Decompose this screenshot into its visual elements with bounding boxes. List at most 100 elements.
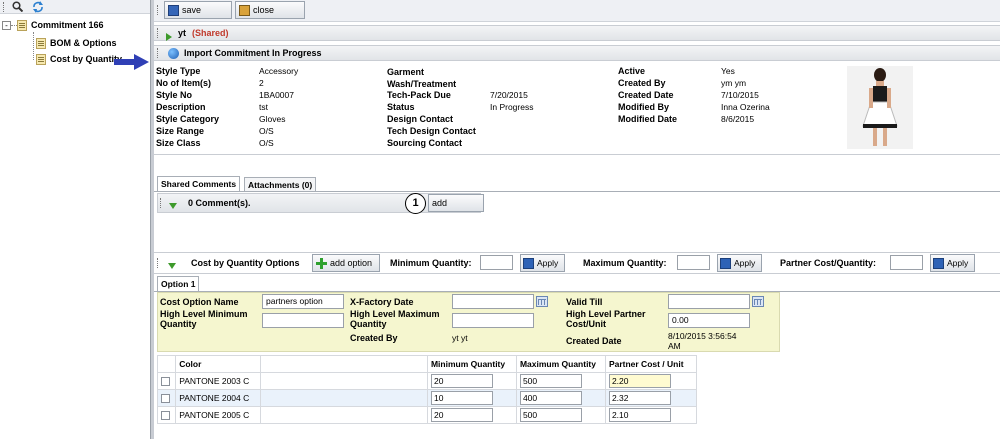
style-type-label: Style Type [156,66,201,76]
close-button[interactable]: close [235,1,305,19]
row-partner-cost-input[interactable]: 2.20 [608,374,671,388]
table-row[interactable]: PANTONE 2004 C 10 400 2.32 [156,389,698,407]
hl-max-qty-input[interactable] [452,313,534,328]
hl-partner-cost-input[interactable]: 0.00 [668,313,750,328]
row-blank [260,372,428,390]
hl-min-qty-input[interactable] [262,313,344,328]
row-color: PANTONE 2003 C [175,372,262,390]
table-row[interactable]: PANTONE 2005 C 20 500 2.10 [156,406,698,424]
row-color: PANTONE 2004 C [175,389,262,407]
row-max-qty-input[interactable]: 500 [519,374,582,388]
grid-header-min-qty: Minimum Quantity [426,355,517,373]
min-qty-input[interactable] [480,255,513,270]
tree-toolbar [0,0,150,14]
search-icon[interactable] [12,1,24,13]
collapse-toggle-icon[interactable]: - [2,21,11,30]
collapse-arrow-icon[interactable] [169,200,177,210]
row-partner-cost-input[interactable]: 2.32 [608,391,671,405]
items-count-label: No of Item(s) [156,78,211,88]
add-comment-button[interactable]: add [428,194,484,212]
tab-shared-comments[interactable]: Shared Comments [157,176,241,191]
style-type-value: Accessory [259,66,299,76]
expand-arrow-icon[interactable] [166,29,172,43]
min-qty-label: Minimum Quantity: [390,258,472,268]
row-min-qty-input[interactable]: 20 [430,408,493,422]
row-checkbox[interactable] [161,411,170,421]
modified-date-value: 8/6/2015 [721,114,755,124]
product-image[interactable] [847,66,913,149]
row-blank [260,406,428,424]
refresh-icon[interactable] [32,1,43,13]
row-blank [260,389,428,407]
cost-option-name-input[interactable]: partners option [262,294,344,309]
style-no-label: Style No [156,90,193,100]
modified-date-label: Modified Date [618,114,678,124]
tree-connector [33,32,34,60]
collapse-arrow-icon[interactable] [168,260,176,270]
status-label: Status [387,102,415,112]
tab-attachments[interactable]: Attachments (0) [244,177,317,192]
style-details: Style Type Accessory No of Item(s) 2 Sty… [154,64,1000,154]
calendar-icon[interactable] [752,296,764,307]
row-max-qty-input[interactable]: 400 [519,391,582,405]
cost-option-name-label: Cost Option Name [160,297,239,307]
cost-options-title: Cost by Quantity Options [191,258,300,268]
techpack-due-value: 7/20/2015 [490,90,528,100]
max-qty-label: Maximum Quantity: [583,258,667,268]
tech-design-contact-label: Tech Design Contact [387,126,476,136]
active-label: Active [618,66,646,76]
table-row[interactable]: PANTONE 2003 C 20 500 2.20 [156,372,698,390]
size-range-label: Size Range [156,126,205,136]
save-icon [168,5,179,17]
created-date-value: 7/10/2015 [721,90,759,100]
apply-max-qty-button[interactable]: Apply [717,254,762,272]
document-icon [36,54,46,66]
row-min-qty-input[interactable]: 20 [430,374,493,388]
tree-node-bom-options[interactable]: BOM & Options [36,36,117,50]
comments-bar: 0 Comment(s). add [157,193,484,213]
design-contact-label: Design Contact [387,114,454,124]
save-button[interactable]: save [164,1,232,19]
description-label: Description [156,102,206,112]
row-partner-cost-input[interactable]: 2.10 [608,408,671,422]
add-option-button[interactable]: add option [312,254,380,272]
apply-min-qty-button[interactable]: Apply [520,254,565,272]
x-factory-date-input[interactable] [452,294,534,309]
style-header-bar[interactable]: yt (Shared) [154,25,1000,41]
max-qty-input[interactable] [677,255,710,270]
tab-baseline [154,191,1000,192]
plus-icon [316,258,327,270]
option-created-date-label: Created Date [566,336,622,346]
created-by-value: ym ym [721,78,747,88]
description-value: tst [259,102,268,112]
row-checkbox[interactable] [161,394,170,404]
apply-partner-cost-button[interactable]: Apply [930,254,975,272]
row-max-qty-input[interactable]: 500 [519,408,582,422]
info-globe-icon [168,48,179,59]
main-panel: save close yt (Shared) Import Commitment… [154,0,1000,439]
toolbar-grip[interactable] [3,2,5,12]
row-color: PANTONE 2005 C [175,406,262,424]
tree-node-cost-by-quantity[interactable]: Cost by Quantity [36,52,122,66]
pointer-arrow-icon [114,53,150,71]
row-checkbox[interactable] [161,377,170,387]
toolbar-grip[interactable] [157,28,159,38]
option-form: Cost Option Name partners option High Le… [157,292,780,352]
tree-node-root[interactable]: Commitment 166 [17,18,104,32]
valid-till-label: Valid Till [566,297,603,307]
status-value: In Progress [490,102,534,112]
row-min-qty-input[interactable]: 10 [430,391,493,405]
partner-cost-input[interactable] [890,255,923,270]
garment-wash-label: Garment Wash/Treatment [387,67,457,89]
partner-cost-label: Partner Cost/Quantity: [780,258,877,268]
size-class-value: O/S [259,138,274,148]
apply-icon [933,258,944,270]
toolbar-grip[interactable] [157,258,159,268]
tab-option-1[interactable]: Option 1 [157,276,200,291]
valid-till-input[interactable] [668,294,750,309]
toolbar-grip[interactable] [157,48,159,58]
option-created-by-label: Created By [350,333,398,343]
toolbar-grip[interactable] [160,198,162,208]
calendar-icon[interactable] [536,296,548,307]
toolbar-grip[interactable] [157,5,159,15]
